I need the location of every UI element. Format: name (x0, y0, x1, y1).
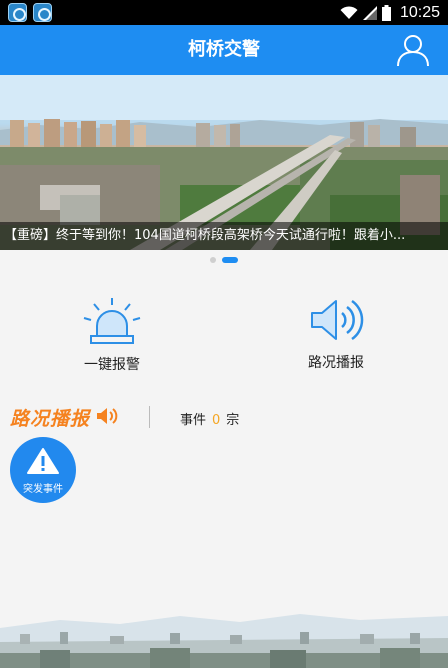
speaker-icon (311, 299, 364, 341)
siren-icon (83, 298, 141, 344)
wifi-icon (340, 5, 358, 19)
traffic-broadcast-button[interactable]: 路况播报 (256, 296, 416, 372)
app-notification-icon (33, 3, 52, 22)
status-bar: 10:25 (0, 0, 448, 25)
app-bar: 柯桥交警 (0, 25, 448, 75)
event-suffix: 宗 (226, 413, 240, 428)
section-title: 路况播报 (10, 408, 91, 430)
carousel-indicator (0, 257, 448, 265)
traffic-label: 路况播报 (308, 355, 364, 371)
footer-city-image (0, 598, 448, 668)
app-notification-icon (8, 3, 27, 22)
warning-icon (27, 448, 59, 474)
emergency-event-button[interactable]: 突发事件 (10, 437, 76, 503)
battery-icon (381, 4, 391, 21)
banner-carousel[interactable]: 【重磅】终于等到你！104国道柯桥段高架桥今天试通行啦！跟着小... (0, 75, 448, 250)
banner-caption[interactable]: 【重磅】终于等到你！104国道柯桥段高架桥今天试通行啦！跟着小... (0, 222, 448, 250)
speaker-small-icon (97, 408, 118, 424)
page-title: 柯桥交警 (188, 39, 260, 60)
event-count: 事件 0 宗 (180, 409, 239, 428)
event-prefix: 事件 (180, 413, 207, 428)
user-icon[interactable] (396, 33, 430, 67)
emergency-label: 突发事件 (23, 484, 63, 495)
carousel-dot[interactable] (210, 257, 216, 263)
divider (149, 406, 150, 428)
signal-icon (362, 5, 377, 20)
alarm-label: 一键报警 (84, 357, 140, 373)
event-count-number: 0 (212, 413, 221, 428)
one-key-alarm-button[interactable]: 一键报警 (32, 296, 192, 374)
clock: 10:25 (399, 3, 440, 21)
carousel-dot-active[interactable] (222, 257, 238, 263)
traffic-report-header: 路况播报 事件 0 宗 (0, 400, 448, 434)
